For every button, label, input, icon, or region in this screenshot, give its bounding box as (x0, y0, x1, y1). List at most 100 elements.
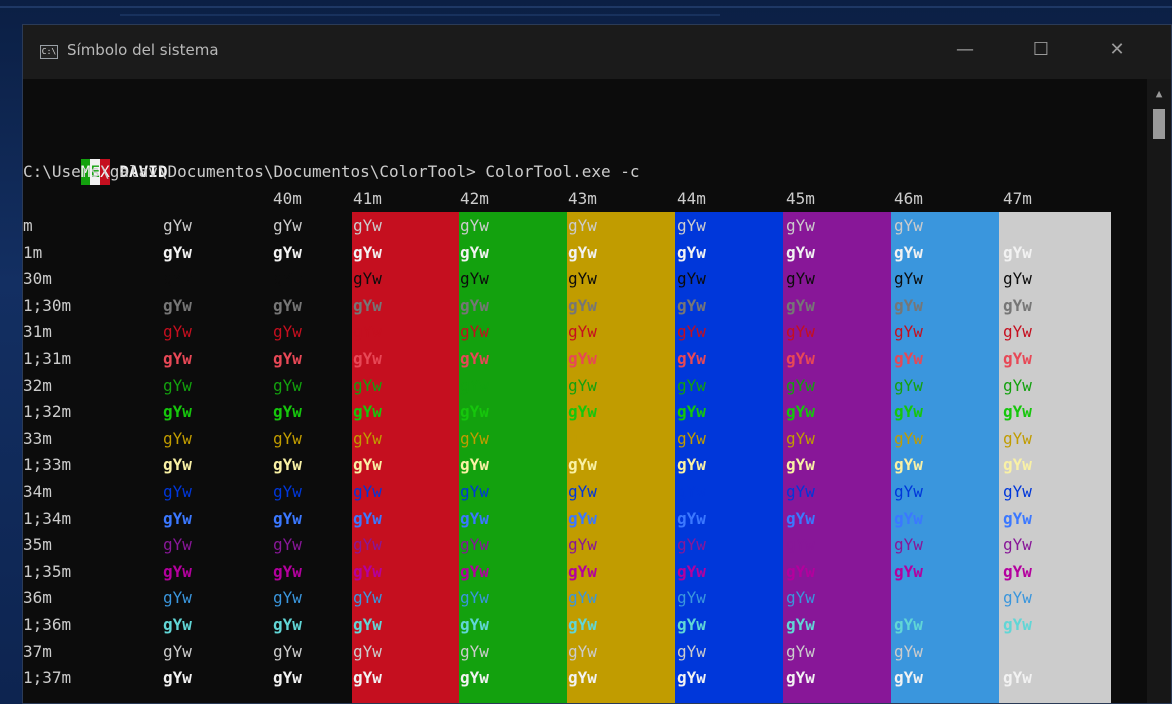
sample-cell: gYw (273, 668, 302, 688)
sample-cell: gYw (273, 641, 302, 661)
user-line: MEX DAVID (23, 133, 168, 185)
scroll-thumb[interactable] (1153, 109, 1165, 139)
title-bar[interactable]: C:\ Símbolo del sistema — ☐ ✕ (23, 25, 1171, 79)
sample-cell: gYw (1003, 561, 1032, 581)
sample-cell: gYw (894, 535, 923, 555)
sample-cell: gYw (460, 428, 489, 448)
scroll-up-arrow-icon[interactable]: ▲ (1147, 83, 1171, 105)
sample-cell: gYw (894, 216, 923, 235)
row-label-1-33m: 1;33m (23, 455, 72, 475)
sample-cell: gYw (1003, 641, 1032, 661)
row-label-1-30m: 1;30m (23, 295, 72, 315)
sample-cell: gYw (568, 561, 597, 581)
sample-cell: gYw (460, 561, 489, 581)
sample-cell: gYw (163, 216, 192, 235)
sample-cell: gYw (353, 322, 382, 342)
sample-cell: gYw (786, 535, 815, 555)
sample-cell: gYw (163, 322, 192, 342)
sample-cell: gYw (677, 615, 706, 634)
sample-cell: gYw (894, 668, 923, 688)
close-button[interactable]: ✕ (1089, 25, 1145, 79)
sample-cell: gYw (460, 269, 489, 289)
row-label-33m: 33m (23, 428, 52, 448)
minimize-button[interactable]: — (937, 25, 993, 79)
row-label-35m: 35m (23, 535, 52, 555)
sample-cell: gYw (273, 322, 302, 342)
sample-cell: gYw (273, 428, 302, 448)
command-text: ColorTool.exe -c (485, 162, 640, 181)
sample-cell: gYw (273, 455, 302, 475)
sample-cell: gYw (273, 535, 302, 555)
column-header-42m: 42m (460, 189, 489, 208)
sample-cell: gYw (353, 295, 382, 315)
sample-cell: gYw (677, 375, 706, 395)
sample-cell: gYw (568, 216, 597, 235)
column-header-40m: 40m (273, 189, 302, 208)
sample-cell: gYw (786, 588, 815, 608)
maximize-button[interactable]: ☐ (1013, 25, 1069, 79)
sample-cell: gYw (460, 349, 489, 368)
sample-cell: gYw (460, 402, 489, 422)
sample-cell: gYw (163, 402, 192, 422)
sample-cell: gYw (894, 641, 923, 661)
sample-cell: gYw (677, 242, 706, 262)
sample-cell: gYw (163, 269, 192, 289)
sample-cell: gYw (786, 428, 815, 448)
sample-cell: gYw (273, 295, 302, 315)
sample-cell: gYw (460, 216, 489, 235)
sample-cell: gYw (273, 216, 302, 235)
console-output[interactable]: MEX DAVID C:\Users\galav\Documentos\Docu… (23, 79, 1147, 703)
sample-cell: gYw (273, 588, 302, 608)
row-label-1-36m: 1;36m (23, 615, 72, 634)
sample-cell: gYw (460, 641, 489, 661)
sample-cell: gYw (677, 561, 706, 581)
sample-cell: gYw (353, 668, 382, 688)
sample-cell: gYw (1003, 428, 1032, 448)
sample-cell: gYw (460, 242, 489, 262)
sample-cell: gYw (163, 455, 192, 475)
sample-cell: gYw (568, 668, 597, 688)
sample-cell: gYw (568, 482, 597, 501)
row-label-32m: 32m (23, 375, 52, 395)
sample-cell: gYw (677, 322, 706, 342)
sample-cell: gYw (786, 641, 815, 661)
sample-cell: gYw (353, 641, 382, 661)
sample-cell: gYw (677, 588, 706, 608)
sample-cell: gYw (460, 615, 489, 634)
sample-cell: gYw (460, 535, 489, 555)
sample-cell: gYw (1003, 375, 1032, 395)
sample-cell: gYw (568, 349, 597, 368)
column-header-41m: 41m (353, 189, 382, 208)
sample-cell: gYw (163, 428, 192, 448)
sample-cell: gYw (894, 375, 923, 395)
sample-cell: gYw (786, 668, 815, 688)
sample-cell: gYw (460, 455, 489, 475)
column-header-43m: 43m (568, 189, 597, 208)
sample-cell: gYw (1003, 668, 1032, 688)
vertical-scrollbar[interactable]: ▲ (1147, 79, 1171, 703)
sample-cell: gYw (163, 508, 192, 528)
sample-cell: gYw (1003, 508, 1032, 528)
sample-cell: gYw (273, 269, 302, 289)
sample-cell: gYw (163, 295, 192, 315)
sample-cell: gYw (1003, 269, 1032, 289)
sample-cell: gYw (568, 615, 597, 634)
row-label-1m: 1m (23, 242, 43, 262)
sample-cell: gYw (894, 482, 923, 501)
column-header-44m: 44m (677, 189, 706, 208)
sample-cell: gYw (1003, 216, 1032, 235)
prompt-line: C:\Users\galav\Documentos\Documentos\Col… (23, 159, 640, 185)
sample-cell: gYw (460, 668, 489, 688)
sample-cell: gYw (894, 455, 923, 475)
sample-cell: gYw (460, 482, 489, 501)
row-label-1-37m: 1;37m (23, 668, 72, 688)
sample-cell: gYw (163, 242, 192, 262)
sample-cell: gYw (786, 615, 815, 634)
sample-cell: gYw (894, 508, 923, 528)
sample-cell: gYw (677, 455, 706, 475)
sample-cell: gYw (568, 508, 597, 528)
column-header-46m: 46m (894, 189, 923, 208)
sample-cell: gYw (1003, 322, 1032, 342)
sample-cell: gYw (353, 615, 382, 634)
sample-cell: gYw (353, 561, 382, 581)
